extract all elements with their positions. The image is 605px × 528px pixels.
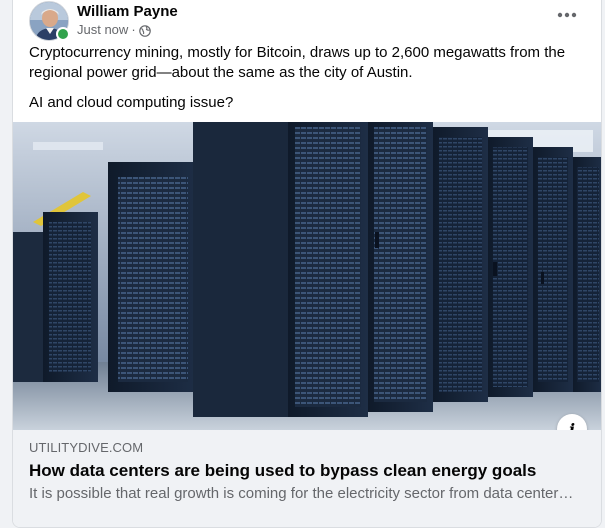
more-options-icon [557,12,577,18]
author-name[interactable]: William Payne [77,3,178,21]
more-options-button[interactable] [555,5,579,25]
timestamp[interactable]: Just now [77,21,128,39]
server-racks-photo [13,122,601,430]
avatar-wrapper[interactable] [29,1,70,41]
header-text: William Payne Just now · [77,1,178,39]
link-preview-image[interactable] [13,122,601,430]
post-meta: Just now · [77,21,178,39]
link-preview-details[interactable]: UTILITYDIVE.COM How data centers are bei… [13,430,601,527]
post-header: William Payne Just now · [29,1,178,41]
meta-separator: · [131,22,136,37]
globe-icon[interactable] [138,24,151,37]
post-text-paragraph-2: AI and cloud computing issue? [29,94,234,111]
post-text-paragraph-1: Cryptocurrency mining, mostly for Bitcoi… [29,44,566,81]
online-status-indicator [56,27,70,41]
link-domain: UTILITYDIVE.COM [29,440,144,455]
post-body: Cryptocurrency mining, mostly for Bitcoi… [29,43,589,123]
link-description: It is possible that real growth is comin… [29,485,577,502]
post-card: William Payne Just now · Cryptocurrency … [12,0,602,528]
link-title[interactable]: How data centers are being used to bypas… [29,460,587,482]
